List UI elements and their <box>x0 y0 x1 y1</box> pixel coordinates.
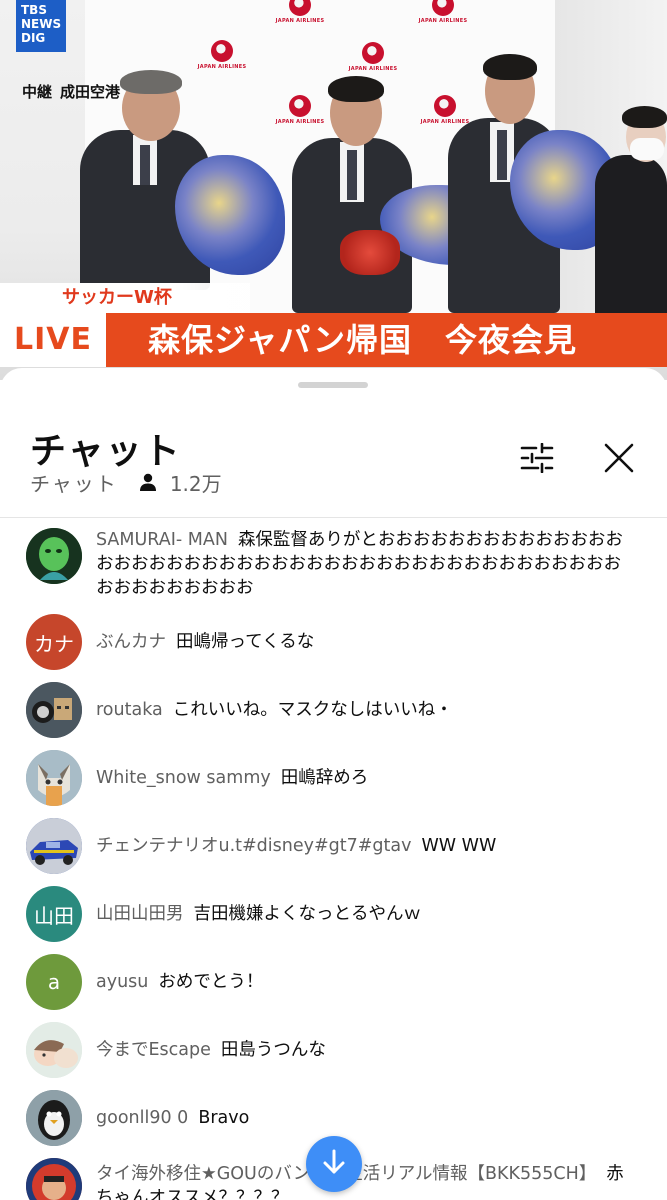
chat-subtitle-row[interactable]: チャット 1.2万 <box>30 468 222 497</box>
message-author[interactable]: 今までEscape <box>96 1040 211 1060</box>
message-body: タイ海外移住★GOUのバンコク生活リアル情報【BKK555CH】赤ちゃんオススメ… <box>96 1162 636 1200</box>
avatar[interactable]: a <box>26 954 82 1010</box>
message-body: White_snow sammy 田嶋辞めろ <box>96 766 636 790</box>
message-author[interactable]: goonll90 0 <box>96 1108 188 1128</box>
message-text: 田嶋帰ってくるな <box>176 632 315 652</box>
scroll-to-latest-button[interactable] <box>306 1136 362 1192</box>
message-body: チェンテナリオu.t#disney#gt7#gtav WW WW <box>96 834 636 858</box>
arrow-down-icon <box>320 1148 348 1180</box>
message-text: 田島うつんな <box>220 1040 326 1060</box>
channel-logo: TBS NEWS DIG <box>16 0 66 52</box>
chat-filter-button[interactable] <box>515 438 559 482</box>
avatar[interactable] <box>26 1090 82 1146</box>
live-badge: LIVE <box>0 313 106 367</box>
relay-location: 中継 成田空港 <box>22 83 121 101</box>
chat-message-list[interactable]: SAMURAI- MAN 森保監督ありがとおおおおおおおおおおおおおおおおおおおお… <box>0 518 667 1200</box>
chat-title: チャット <box>30 431 182 472</box>
jal-logo: JAPAN AIRLINES <box>192 40 252 78</box>
chat-mode-label[interactable]: チャット <box>30 468 118 497</box>
message-author[interactable]: routaka <box>96 700 163 720</box>
avatar[interactable] <box>26 528 82 584</box>
message-text: おめでとう！ <box>158 972 264 992</box>
message-author[interactable]: ayusu <box>96 972 148 992</box>
jal-logo: JAPAN AIRLINES <box>343 42 403 80</box>
avatar-initials: カナ <box>34 631 74 656</box>
headline-ticker: LIVE 森保ジャパン帰国 今夜会見 <box>0 313 667 367</box>
flower-bouquet-red <box>340 230 400 275</box>
message-body: ayusu おめでとう！ <box>96 970 636 994</box>
viewer-count: 1.2万 <box>169 471 222 496</box>
avatar[interactable] <box>26 750 82 806</box>
close-icon <box>603 442 635 478</box>
message-body: SAMURAI- MAN 森保監督ありがとおおおおおおおおおおおおおおおおおおおお… <box>96 528 636 600</box>
jal-logo: JAPAN AIRLINES <box>270 0 330 32</box>
close-chat-button[interactable] <box>597 438 641 482</box>
avatar-initials: 山田 <box>34 903 74 928</box>
message-body: ぶんカナ 田嶋帰ってくるな <box>96 630 636 654</box>
avatar[interactable] <box>26 1158 82 1200</box>
message-text: 田嶋辞めろ <box>280 768 369 788</box>
avatar[interactable]: 山田 <box>26 886 82 942</box>
message-text: これいいね。マスクなしはいいね・ <box>172 700 453 720</box>
message-text: WW WW <box>421 836 497 856</box>
message-text: 吉田機嫌よくなっとるやんｗ <box>193 904 422 924</box>
avatar[interactable]: カナ <box>26 614 82 670</box>
avatar[interactable] <box>26 1022 82 1078</box>
message-author[interactable]: SAMURAI- MAN <box>96 530 228 550</box>
chat-panel: チャット チャット 1.2万 SAMURAI- MAN 森保監督ありがとおおおお… <box>0 368 667 1200</box>
headline-text: 森保ジャパン帰国 今夜会見 <box>148 321 578 359</box>
live-video-player[interactable]: JAPAN AIRLINES JAPAN AIRLINES JAPAN AIRL… <box>0 0 667 380</box>
sub-ticker: サッカーW杯 <box>0 283 250 313</box>
message-author[interactable]: White_snow sammy <box>96 768 271 788</box>
tune-sliders-icon <box>520 442 554 477</box>
message-body: 山田山田男 吉田機嫌よくなっとるやんｗ <box>96 902 636 926</box>
message-author[interactable]: チェンテナリオu.t#disney#gt7#gtav <box>96 836 411 856</box>
message-body: 今までEscape 田島うつんな <box>96 1038 636 1062</box>
message-body: routaka これいいね。マスクなしはいいね・ <box>96 698 636 722</box>
avatar[interactable] <box>26 818 82 874</box>
avatar-initials: a <box>47 970 61 994</box>
message-author[interactable]: ぶんカナ <box>96 632 166 652</box>
message-body: goonll90 0 Bravo <box>96 1106 636 1130</box>
jal-logo: JAPAN AIRLINES <box>270 95 330 133</box>
message-text: Bravo <box>198 1108 250 1128</box>
message-author[interactable]: 山田山田男 <box>96 904 184 924</box>
drag-handle[interactable] <box>298 382 368 388</box>
person-icon <box>138 472 158 492</box>
jal-logo: JAPAN AIRLINES <box>413 0 473 32</box>
avatar[interactable] <box>26 682 82 738</box>
